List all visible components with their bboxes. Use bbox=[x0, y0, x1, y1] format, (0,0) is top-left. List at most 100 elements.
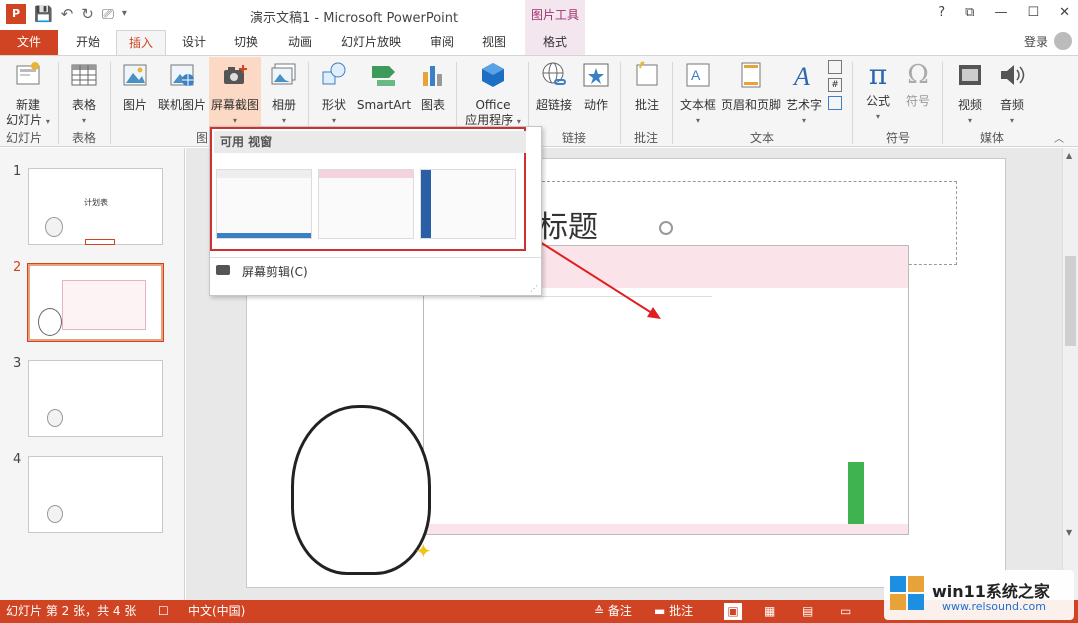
header-footer-button[interactable]: 页眉和页脚 bbox=[720, 60, 782, 113]
comment-button[interactable]: 批注 bbox=[628, 60, 666, 113]
collapse-ribbon-icon[interactable]: ︿ bbox=[1054, 130, 1064, 145]
spellcheck-icon[interactable]: ☐ bbox=[158, 600, 169, 623]
maximize-button[interactable]: ☐ bbox=[1027, 5, 1039, 20]
photo-album-button[interactable]: 相册 ▾ bbox=[264, 60, 304, 128]
tab-format[interactable]: 格式 bbox=[525, 30, 585, 55]
tab-slideshow[interactable]: 幻灯片放映 bbox=[334, 30, 408, 55]
svg-text:A: A bbox=[691, 67, 701, 83]
audio-button[interactable]: 音频 ▾ bbox=[994, 60, 1030, 128]
office-apps-button[interactable]: Office 应用程序 ▾ bbox=[462, 60, 524, 129]
window-thumbnail-1[interactable] bbox=[216, 169, 312, 239]
tab-view[interactable]: 视图 bbox=[472, 30, 516, 55]
ribbon-display-button[interactable]: ⧉ bbox=[965, 5, 974, 20]
chart-icon bbox=[423, 66, 442, 86]
login-link[interactable]: 登录 bbox=[1024, 33, 1048, 50]
tab-home[interactable]: 开始 bbox=[62, 30, 114, 55]
language-indicator[interactable]: 中文(中国) bbox=[188, 600, 245, 623]
group-images: 图 bbox=[196, 131, 209, 145]
wordart-button[interactable]: A 艺术字 ▾ bbox=[784, 60, 824, 128]
slide-thumbnail-3[interactable] bbox=[28, 360, 163, 437]
date-time-icon[interactable] bbox=[828, 60, 842, 74]
shapes-button[interactable]: 形状 ▾ bbox=[316, 60, 352, 128]
tab-transitions[interactable]: 切换 bbox=[222, 30, 270, 55]
new-slide-button[interactable]: 新建 幻灯片 ▾ bbox=[4, 60, 52, 129]
screenshot-button[interactable]: 屏幕截图 ▾ bbox=[209, 57, 261, 127]
scroll-thumb[interactable] bbox=[1065, 256, 1076, 346]
avatar[interactable] bbox=[1054, 32, 1072, 50]
svg-text:A: A bbox=[792, 62, 810, 90]
red-arrow bbox=[528, 234, 661, 319]
office-store-icon bbox=[482, 63, 504, 87]
photo-album-label: 相册 bbox=[271, 98, 296, 112]
picture-button[interactable]: 图片 bbox=[116, 60, 154, 113]
resize-grip-icon[interactable]: ⋰ bbox=[530, 284, 538, 293]
scroll-down-icon[interactable]: ▼ bbox=[1066, 528, 1072, 537]
undo-icon[interactable]: ↶ bbox=[61, 4, 74, 24]
slide-info: 幻灯片 第 2 张，共 4 张 bbox=[6, 604, 137, 618]
window-thumb-2-bar bbox=[319, 170, 413, 178]
shapes-label: 形状 bbox=[321, 98, 346, 112]
minimize-button[interactable]: — bbox=[994, 5, 1007, 20]
ribbon-tabs: 文件 开始 插入 设计 切换 动画 幻灯片放映 审阅 视图 格式 登录 bbox=[0, 30, 1078, 55]
omega-icon: Ω bbox=[907, 60, 929, 90]
formula-caret: ▾ bbox=[875, 112, 880, 121]
slide-1-box bbox=[85, 239, 115, 245]
tab-insert[interactable]: 插入 bbox=[116, 30, 166, 55]
notes-button[interactable]: ≙ 备注 bbox=[594, 600, 632, 623]
slide-number-icon[interactable]: # bbox=[828, 78, 842, 92]
watermark-text: win11系统之家 bbox=[932, 582, 1050, 601]
hyperlink-button[interactable]: 超链接 bbox=[534, 60, 574, 113]
scroll-up-icon[interactable]: ▲ bbox=[1066, 151, 1072, 160]
object-icon[interactable] bbox=[828, 96, 842, 110]
watermark: win11系统之家 www.relsound.com bbox=[884, 570, 1074, 620]
window-thumbnail-3[interactable] bbox=[420, 169, 516, 239]
reading-view-icon[interactable]: ▤ bbox=[802, 600, 813, 623]
tab-animations[interactable]: 动画 bbox=[276, 30, 324, 55]
comments-button[interactable]: ▬ 批注 bbox=[654, 600, 693, 623]
tab-design[interactable]: 设计 bbox=[170, 30, 218, 55]
slide-sorter-icon[interactable]: ▦ bbox=[764, 600, 775, 623]
comments-label: 批注 bbox=[669, 604, 694, 618]
video-button[interactable]: 视频 ▾ bbox=[952, 60, 988, 128]
close-button[interactable]: ✕ bbox=[1059, 5, 1070, 20]
slide-number-3: 3 bbox=[13, 356, 22, 371]
action-button[interactable]: 动作 bbox=[578, 60, 614, 113]
formula-button[interactable]: π 公式 ▾ bbox=[860, 60, 896, 124]
wordart-caret: ▾ bbox=[801, 116, 806, 125]
online-picture-button[interactable]: 联机图片 bbox=[156, 60, 208, 113]
symbol-button[interactable]: Ω 符号 bbox=[900, 60, 936, 109]
table-button[interactable]: 表格 ▾ bbox=[64, 60, 104, 128]
slide-number-1: 1 bbox=[13, 164, 22, 179]
tab-review[interactable]: 审阅 bbox=[420, 30, 464, 55]
slide-thumbnail-4[interactable] bbox=[28, 456, 163, 533]
header-footer-label: 页眉和页脚 bbox=[720, 98, 781, 112]
tab-file[interactable]: 文件 bbox=[0, 30, 58, 55]
textbox-button[interactable]: A 文本框 ▾ bbox=[678, 60, 718, 128]
mascot-face-image bbox=[291, 405, 431, 575]
slide-thumbnail-2[interactable] bbox=[27, 263, 164, 342]
text-small-buttons[interactable]: # bbox=[828, 60, 846, 110]
save-icon[interactable]: 💾 bbox=[34, 4, 53, 24]
slideshow-view-icon[interactable]: ▭ bbox=[840, 600, 851, 623]
customize-qat-icon[interactable]: ▾ bbox=[122, 4, 127, 24]
picture-label: 图片 bbox=[122, 98, 147, 112]
normal-view-icon[interactable]: ▣ bbox=[724, 603, 742, 620]
window-thumb-1-bar bbox=[217, 170, 311, 178]
win11-logo-icon bbox=[890, 576, 924, 610]
screen-clipping-item[interactable]: 屏幕剪辑(C) bbox=[242, 263, 308, 280]
group-comments: 批注 bbox=[634, 131, 659, 145]
chart-button[interactable]: 图表 bbox=[416, 60, 450, 113]
smartart-button[interactable]: SmartArt bbox=[354, 60, 414, 113]
redo-icon[interactable]: ↻ bbox=[81, 4, 94, 24]
audio-label: 音频 bbox=[999, 98, 1024, 112]
slide-number-4: 4 bbox=[13, 452, 22, 467]
help-button[interactable]: ? bbox=[938, 5, 945, 20]
powerpoint-window: P 💾 ↶ ↻ ⎚ ▾ 演示文稿1 - Microsoft PowerPoint… bbox=[0, 0, 1078, 623]
window-thumbnail-2[interactable] bbox=[318, 169, 414, 239]
slideshow-from-start-icon[interactable]: ⎚ bbox=[102, 4, 114, 24]
slide-thumbnail-1[interactable]: 计划表 bbox=[28, 168, 163, 245]
picture-green-sidebar bbox=[848, 462, 864, 532]
vertical-scrollbar[interactable]: ▲ ▼ bbox=[1062, 148, 1078, 600]
speaker-icon bbox=[1001, 65, 1025, 85]
watermark-url: www.relsound.com bbox=[942, 600, 1046, 613]
